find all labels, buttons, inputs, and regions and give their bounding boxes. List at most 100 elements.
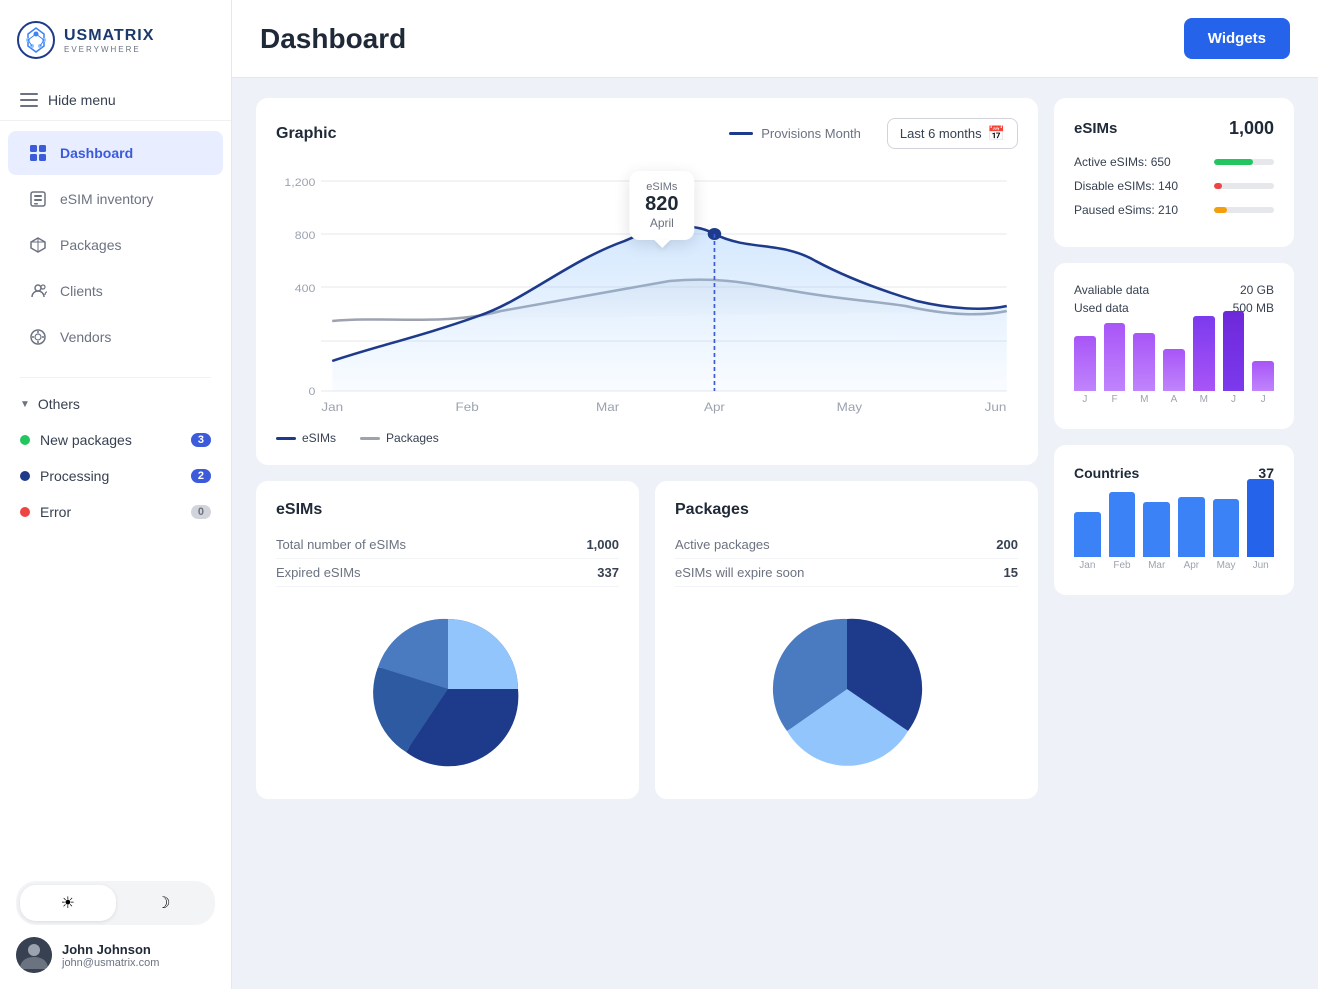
others-toggle[interactable]: ▼ Others xyxy=(8,386,223,422)
processing-label: Processing xyxy=(40,468,109,484)
new-packages-item[interactable]: New packages 3 xyxy=(8,422,223,458)
processing-dot xyxy=(20,471,30,481)
expired-esims-row: Expired eSIMs 337 xyxy=(276,559,619,587)
paused-esims-stat: Paused eSims: 210 xyxy=(1074,203,1274,217)
dark-mode-button[interactable]: ☽ xyxy=(116,885,212,921)
packages-legend-line xyxy=(360,437,380,440)
new-packages-label: New packages xyxy=(40,432,132,448)
bar-m1: M xyxy=(1133,333,1155,405)
bar-a-label: A xyxy=(1171,394,1178,405)
expired-esims-value: 337 xyxy=(597,565,619,580)
available-data-value: 20 GB xyxy=(1240,283,1274,297)
clients-icon xyxy=(28,281,48,301)
bar-j1-bar xyxy=(1074,336,1096,391)
hide-menu-button[interactable]: Hide menu xyxy=(0,80,231,121)
menu-icon xyxy=(20,93,38,107)
available-data-row: Avaliable data 20 GB xyxy=(1074,283,1274,297)
hide-menu-label: Hide menu xyxy=(48,92,116,108)
svg-text:0: 0 xyxy=(308,386,315,398)
esims-stats-card: eSIMs 1,000 Active eSIMs: 650 Disable eS… xyxy=(1054,98,1294,247)
legend-item-packages: Packages xyxy=(360,431,439,445)
bar-f: F xyxy=(1104,323,1126,405)
legend-line xyxy=(729,132,753,135)
expire-soon-label: eSIMs will expire soon xyxy=(675,565,804,580)
sidebar-item-esim-inventory[interactable]: eSIM inventory xyxy=(8,177,223,221)
widgets-button[interactable]: Widgets xyxy=(1184,18,1290,59)
esims-bottom-title: eSIMs xyxy=(276,501,619,519)
active-packages-value: 200 xyxy=(996,537,1018,552)
sidebar-item-dashboard[interactable]: Dashboard xyxy=(8,131,223,175)
packages-bottom-card: Packages Active packages 200 eSIMs will … xyxy=(655,481,1038,799)
countries-jan-label: Jan xyxy=(1079,560,1095,571)
page-title: Dashboard xyxy=(260,23,406,55)
countries-bar-feb-bar xyxy=(1109,492,1136,557)
svg-text:Jun: Jun xyxy=(985,400,1007,414)
svg-text:May: May xyxy=(837,400,863,414)
paused-esims-label: Paused eSims: 210 xyxy=(1074,203,1178,217)
disable-esims-stat: Disable eSIMs: 140 xyxy=(1074,179,1274,193)
vendors-icon xyxy=(28,327,48,347)
bar-f-bar xyxy=(1104,323,1126,391)
countries-title: Countries xyxy=(1074,465,1139,481)
logo-name: USMATRIX xyxy=(64,27,154,45)
paused-esims-fill xyxy=(1214,207,1227,213)
date-range-button[interactable]: Last 6 months 📅 xyxy=(887,118,1018,149)
countries-bar-jun: Jun xyxy=(1247,479,1274,571)
chart-tooltip: eSIMs 820 April xyxy=(629,171,694,240)
divider xyxy=(20,377,211,378)
countries-apr-label: Apr xyxy=(1184,560,1200,571)
esims-legend-label: eSIMs xyxy=(302,431,336,445)
countries-bar-jan-bar xyxy=(1074,512,1101,557)
others-section: ▼ Others New packages 3 Processing 2 Err… xyxy=(0,386,231,530)
new-packages-badge: 3 xyxy=(191,433,211,447)
bar-j2: J xyxy=(1223,311,1245,405)
sidebar-item-packages[interactable]: Packages xyxy=(8,223,223,267)
user-email: john@usmatrix.com xyxy=(62,957,159,969)
data-card: Avaliable data 20 GB Used data 500 MB J … xyxy=(1054,263,1294,429)
sidebar-item-vendors[interactable]: Vendors xyxy=(8,315,223,359)
new-packages-dot xyxy=(20,435,30,445)
error-item[interactable]: Error 0 xyxy=(8,494,223,530)
chevron-down-icon: ▼ xyxy=(20,399,30,410)
bar-a: A xyxy=(1163,349,1185,405)
light-mode-button[interactable]: ☀ xyxy=(20,885,116,921)
packages-pie-chart xyxy=(675,599,1018,779)
total-esims-label: Total number of eSIMs xyxy=(276,537,406,552)
countries-bar-mar-bar xyxy=(1143,502,1170,557)
others-label: Others xyxy=(38,396,80,412)
left-column: Graphic Provisions Month Last 6 months 📅 xyxy=(256,98,1038,969)
expire-soon-value: 15 xyxy=(1004,565,1018,580)
user-info: John Johnson john@usmatrix.com xyxy=(62,942,159,969)
active-esims-bar xyxy=(1214,159,1274,165)
available-data-label: Avaliable data xyxy=(1074,283,1149,297)
processing-item[interactable]: Processing 2 xyxy=(8,458,223,494)
countries-may-label: May xyxy=(1217,560,1236,571)
svg-text:1,200: 1,200 xyxy=(284,177,315,189)
countries-bar-apr-bar xyxy=(1178,497,1205,557)
tooltip-arrow xyxy=(654,240,670,248)
theme-toggle[interactable]: ☀ ☽ xyxy=(16,881,215,925)
chart-legend: eSIMs Packages xyxy=(276,431,1018,445)
sidebar-item-clients[interactable]: Clients xyxy=(8,269,223,313)
svg-text:Jan: Jan xyxy=(321,400,343,414)
bar-j1: J xyxy=(1074,336,1096,405)
vendors-label: Vendors xyxy=(60,329,111,345)
countries-mar-label: Mar xyxy=(1148,560,1165,571)
sidebar-bottom: ☀ ☽ John Johnson john@usmatrix.com xyxy=(0,865,231,989)
disable-esims-bar xyxy=(1214,183,1274,189)
svg-text:Mar: Mar xyxy=(596,400,620,414)
dashboard-icon xyxy=(28,143,48,163)
countries-bar-mar: Mar xyxy=(1143,502,1170,571)
esim-inventory-label: eSIM inventory xyxy=(60,191,153,207)
packages-label: Packages xyxy=(60,237,121,253)
main-content: Dashboard Widgets Graphic Provisions Mon… xyxy=(232,0,1318,989)
total-esims-row: Total number of eSIMs 1,000 xyxy=(276,531,619,559)
esim-inventory-icon xyxy=(28,189,48,209)
date-range-label: Last 6 months xyxy=(900,126,982,141)
disable-esims-fill xyxy=(1214,183,1222,189)
logo-sub: EVERYWHERE xyxy=(64,45,154,54)
active-packages-row: Active packages 200 xyxy=(675,531,1018,559)
bar-j2-label: J xyxy=(1231,394,1236,405)
esims-bottom-card: eSIMs Total number of eSIMs 1,000 Expire… xyxy=(256,481,639,799)
content-area: Graphic Provisions Month Last 6 months 📅 xyxy=(232,78,1318,989)
